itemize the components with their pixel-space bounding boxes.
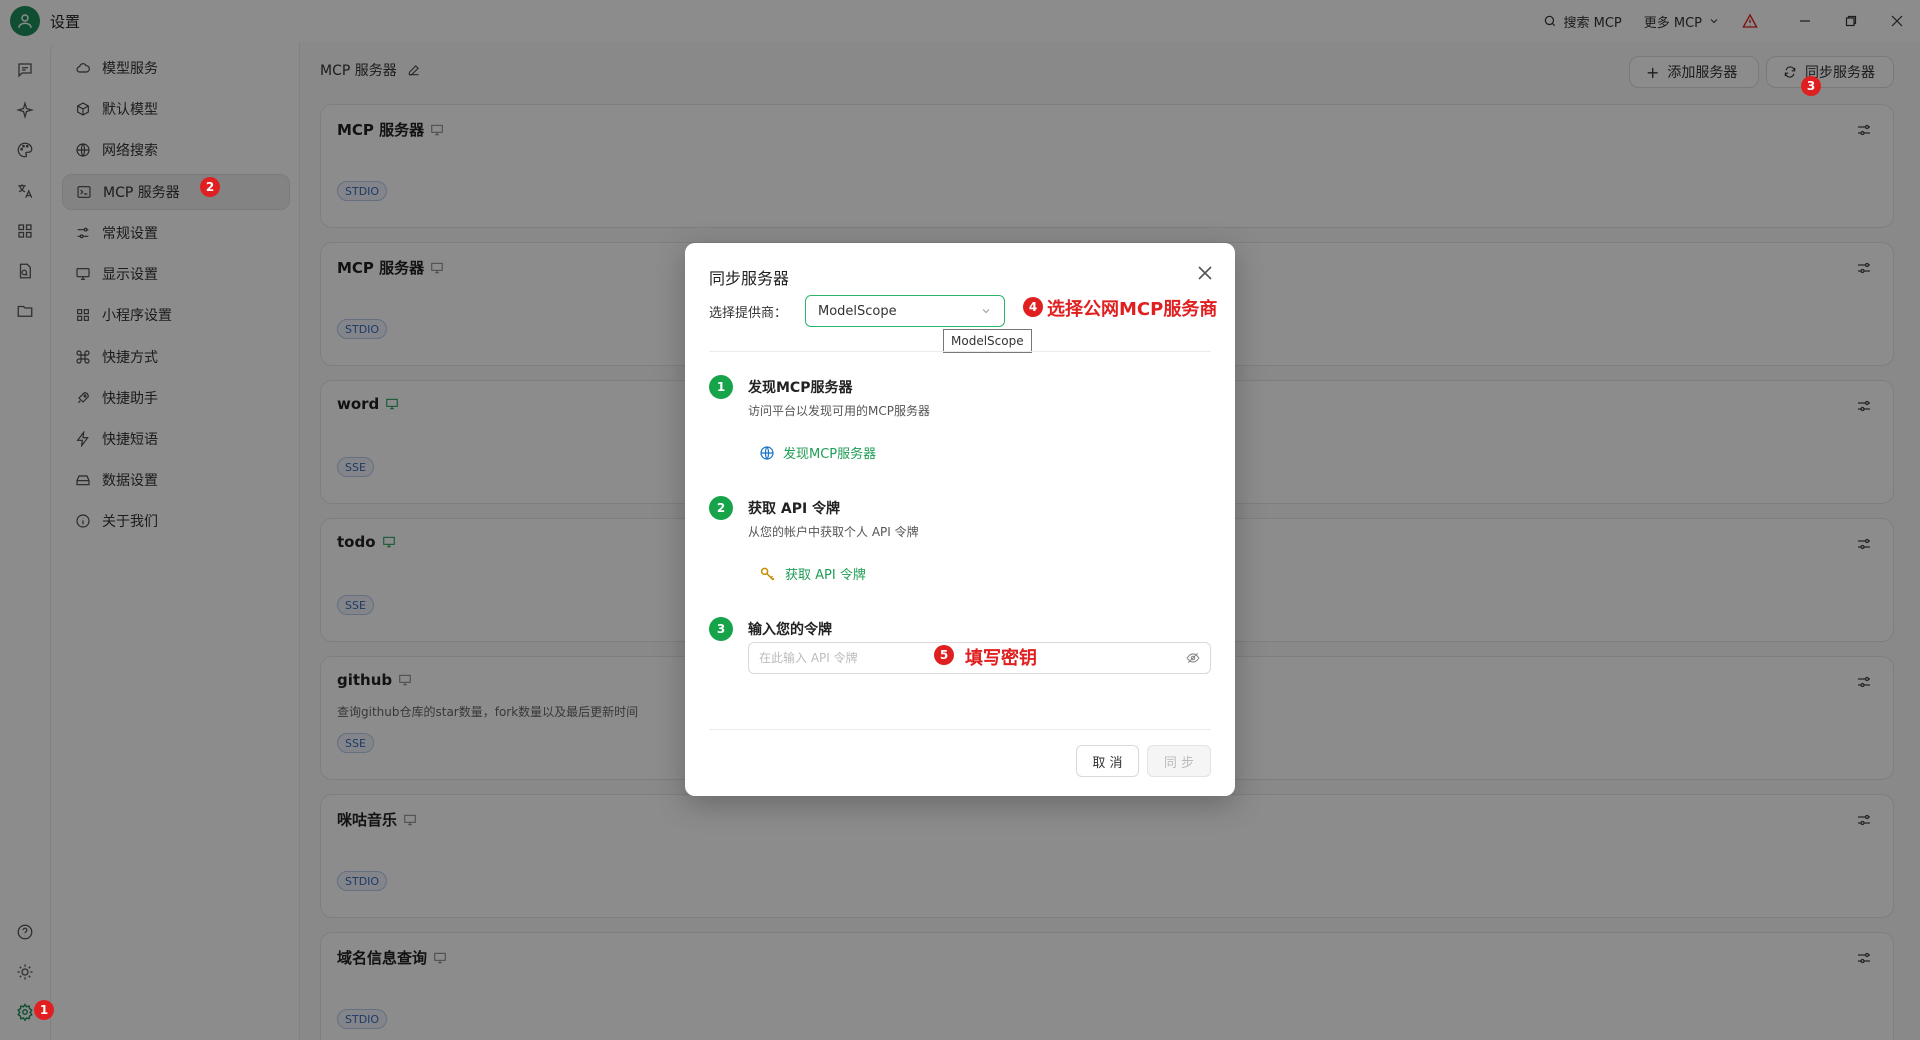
close-icon[interactable] [1195, 263, 1215, 283]
divider [709, 351, 1211, 352]
step-title: 输入您的令牌 [748, 622, 832, 638]
step-number: 1 [709, 375, 733, 399]
annotation-marker-4: 4 [1023, 297, 1043, 317]
cancel-button[interactable]: 取 消 [1076, 745, 1139, 777]
annotation-text-4: 选择公网MCP服务商 [1047, 299, 1218, 320]
key-icon [760, 567, 775, 581]
get-api-token-link-label: 获取 API 令牌 [785, 568, 866, 583]
annotation-marker-5: 5 [934, 645, 954, 665]
provider-tooltip: ModelScope [943, 329, 1032, 353]
step-description: 从您的帐户中获取个人 API 令牌 [748, 525, 919, 539]
eye-off-icon[interactable] [1186, 651, 1200, 665]
app-window: 设置 搜索 MCP 更多 MCP 模型服务 默认模型 网络搜索 MCP 服务器 … [0, 0, 1920, 1040]
provider-label: 选择提供商： [709, 305, 788, 321]
step-number: 3 [709, 617, 733, 641]
get-api-token-link[interactable]: 获取 API 令牌 [759, 564, 866, 583]
annotation-marker-3: 3 [1801, 76, 1821, 96]
sync-servers-dialog: 同步服务器 选择提供商： ModelScope ModelScope 1 发现M… [685, 243, 1235, 796]
discover-mcp-link[interactable]: 发现MCP服务器 [759, 443, 876, 462]
annotation-text-5: 填写密钥 [965, 648, 1037, 669]
step-get-token: 2 获取 API 令牌 从您的帐户中获取个人 API 令牌 获取 API 令牌 [709, 496, 1211, 586]
step-description: 访问平台以发现可用的MCP服务器 [748, 404, 930, 418]
step-number: 2 [709, 496, 733, 520]
annotation-marker-1: 1 [34, 1000, 54, 1020]
divider [709, 729, 1211, 730]
annotation-marker-2: 2 [200, 177, 220, 197]
sync-button[interactable]: 同 步 [1147, 745, 1211, 777]
chevron-down-icon [982, 309, 990, 314]
provider-select[interactable]: ModelScope [805, 295, 1005, 327]
discover-mcp-link-label: 发现MCP服务器 [783, 447, 877, 462]
globe-icon [760, 445, 774, 460]
dialog-title: 同步服务器 [709, 269, 790, 288]
provider-selected-value: ModelScope [818, 303, 897, 319]
provider-row: 选择提供商： ModelScope [709, 295, 1005, 327]
step-title: 获取 API 令牌 [748, 501, 841, 517]
step-discover: 1 发现MCP服务器 访问平台以发现可用的MCP服务器 发现MCP服务器 [709, 375, 1211, 465]
step-title: 发现MCP服务器 [748, 380, 853, 396]
